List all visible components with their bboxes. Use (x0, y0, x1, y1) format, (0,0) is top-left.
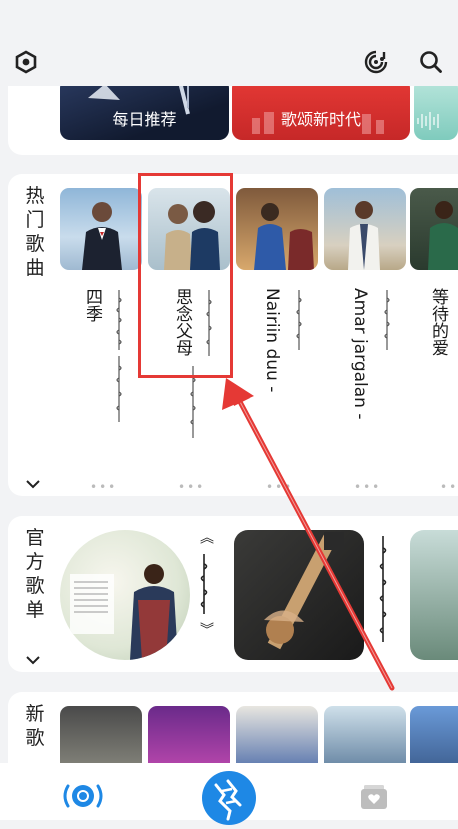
song-card[interactable]: Amar jargalan - ••• (324, 188, 406, 494)
section-title: 官方歌单 (25, 527, 45, 621)
playlist-cover[interactable] (234, 530, 364, 660)
new-era-banner[interactable]: 歌颂新时代 (232, 78, 410, 140)
music-library-icon[interactable] (358, 783, 390, 815)
song-cover (324, 188, 406, 270)
section-title: 热门歌曲 (25, 185, 45, 279)
top-bar (0, 0, 458, 86)
more-icon[interactable]: ••• (266, 480, 293, 494)
music-recognition-icon[interactable] (362, 48, 390, 76)
hot-songs-section: 热门歌曲 四季 ••• 思念父母 ••• Nairiin duu - ••• A… (8, 174, 458, 496)
more-icon[interactable]: ••• (90, 480, 117, 494)
song-title: Nairiin duu - (262, 288, 282, 393)
mongolian-script-text (296, 290, 302, 350)
song-cover (60, 188, 142, 270)
official-playlists-section: 官方歌单 《 》 (8, 516, 458, 672)
partial-banner[interactable] (414, 78, 458, 140)
playlist-cover[interactable] (410, 530, 458, 660)
mongolian-script-text (384, 290, 390, 350)
mongolian-script-text (200, 554, 208, 614)
song-title: 四季 (82, 288, 102, 322)
song-card[interactable]: 四季 ••• (60, 188, 142, 494)
chevron-down-icon[interactable] (26, 650, 40, 669)
mongolian-script-logo-icon[interactable] (202, 771, 256, 825)
daily-recommend-banner[interactable]: 每日推荐 (60, 78, 229, 140)
quote-close: 》 (198, 622, 214, 636)
radar-icon[interactable] (62, 781, 104, 815)
quote-open: 《 (198, 530, 214, 544)
chevron-down-icon[interactable] (26, 474, 40, 493)
more-icon[interactable]: ••• (440, 480, 458, 494)
playlist-name: 《 》 (194, 530, 214, 650)
highlight-box (138, 173, 233, 378)
section-title: 新歌 (25, 703, 45, 749)
settings-icon[interactable] (12, 48, 40, 76)
more-icon[interactable]: ••• (354, 480, 381, 494)
mongolian-script-text (379, 536, 387, 642)
song-cover (236, 188, 318, 270)
search-icon[interactable] (417, 48, 445, 76)
song-title: Amar jargalan - (350, 288, 370, 420)
song-title: 等待的爱 (428, 288, 448, 356)
mongolian-script-text (116, 356, 122, 422)
banner-label: 歌颂新时代 (280, 110, 361, 129)
song-card[interactable]: Nairiin duu - ••• (236, 188, 318, 494)
mongolian-script-text (116, 290, 122, 350)
banner-label: 每日推荐 (112, 110, 177, 129)
song-cover (410, 188, 458, 270)
song-card[interactable]: 等待的爱 ••• (410, 188, 458, 494)
bottom-nav (0, 763, 458, 825)
playlist-cover[interactable] (60, 530, 190, 660)
more-icon[interactable]: ••• (178, 480, 205, 494)
